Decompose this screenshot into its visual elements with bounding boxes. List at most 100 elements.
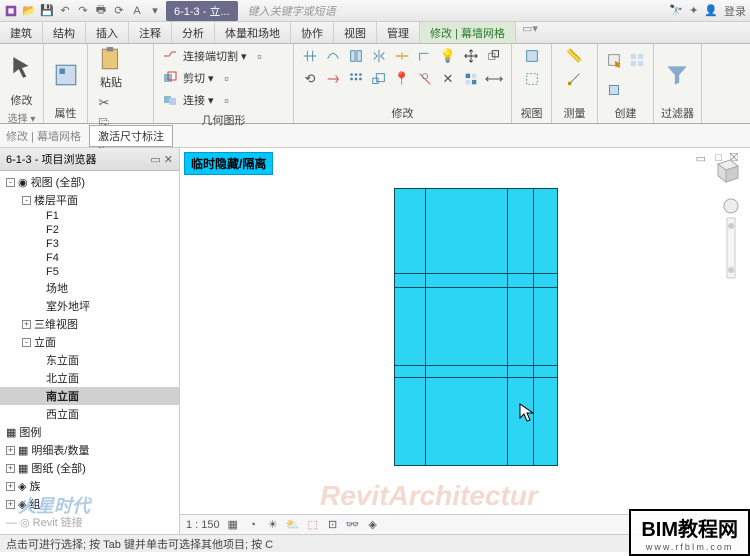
bim-watermark: BIM教程网 www.rfbIm.com	[629, 509, 750, 556]
user-icon[interactable]: 👤	[704, 4, 718, 17]
ribbon-tabs: 建筑 结构 插入 注释 分析 体量和场地 协作 视图 管理 修改 | 幕墙网格 …	[0, 22, 750, 44]
sun-icon[interactable]: ☀	[266, 518, 280, 532]
activate-dims-button[interactable]: 激活尺寸标注	[89, 125, 173, 147]
panel-label-filter: 过滤器	[660, 103, 695, 121]
crumb-text: 修改 | 幕墙网格	[6, 128, 81, 144]
tab-annotate[interactable]: 注释	[129, 22, 172, 43]
select-button[interactable]	[6, 46, 37, 90]
offset-icon[interactable]	[323, 46, 343, 66]
sync-icon[interactable]: ⟳	[112, 4, 126, 18]
create-sim-icon[interactable]	[604, 50, 624, 70]
properties-button[interactable]	[50, 53, 81, 97]
redo-icon[interactable]: ↷	[76, 4, 90, 18]
measure-icon[interactable]: 📏	[565, 46, 585, 66]
copy-move-icon[interactable]	[484, 46, 504, 66]
tree-west[interactable]: 西立面	[0, 405, 179, 423]
cope-icon[interactable]	[160, 46, 180, 66]
mirror-pick-icon[interactable]	[369, 46, 389, 66]
print-icon[interactable]: 🖶	[94, 4, 108, 18]
browser-tree[interactable]: -◉ 视图 (全部) - 楼层平面 F1 F2 F3 F4 F5 场地 室外地坪…	[0, 171, 179, 534]
app-menu-icon[interactable]	[4, 4, 18, 18]
shadow-icon[interactable]: ⛅	[286, 518, 300, 532]
grid-dim-icon[interactable]	[461, 69, 481, 89]
panel-label-geom: 几何图形	[160, 110, 287, 128]
undo-icon[interactable]: ↶	[58, 4, 72, 18]
view-icon[interactable]: ▾	[148, 4, 162, 18]
cope-opt-icon[interactable]: ▫	[250, 46, 270, 66]
tree-north[interactable]: 北立面	[0, 369, 179, 387]
trim-icon[interactable]	[415, 46, 435, 66]
hide-isolate-icon[interactable]: 👓	[346, 518, 360, 532]
cut-opt-icon[interactable]: ▫	[217, 68, 237, 88]
window-min-icon[interactable]: ▭	[696, 152, 706, 165]
create-assy-icon[interactable]	[604, 80, 624, 100]
open-icon[interactable]: 📂	[22, 4, 36, 18]
panel-label-props: 属性	[50, 103, 81, 121]
tab-view[interactable]: 视图	[334, 22, 377, 43]
filter-button[interactable]	[660, 53, 694, 97]
tab-modify[interactable]: 修改 | 幕墙网格	[420, 22, 516, 43]
browser-close-icon[interactable]: ▭ ✕	[150, 153, 173, 166]
viewcube[interactable]	[710, 154, 742, 186]
join-opt-icon[interactable]: ▫	[217, 90, 237, 110]
tree-f1[interactable]: F1	[0, 209, 179, 223]
tab-massing[interactable]: 体量和场地	[215, 22, 291, 43]
binoculars-icon[interactable]: 🔭	[669, 4, 683, 17]
lightbulb-icon[interactable]: 💡	[438, 46, 458, 66]
canvas-watermark: RevitArchitectur	[320, 480, 538, 512]
hide-icon[interactable]	[522, 46, 542, 66]
save-icon[interactable]: 💾	[40, 4, 54, 18]
cut-icon[interactable]: ✂	[94, 93, 114, 113]
browser-title: 6-1-3 - 项目浏览器	[6, 151, 96, 167]
tree-f4[interactable]: F4	[0, 251, 179, 265]
tab-arch[interactable]: 建筑	[0, 22, 43, 43]
delete-icon[interactable]: ✕	[438, 69, 458, 89]
tree-grade[interactable]: 室外地坪	[0, 297, 179, 315]
login-link[interactable]: 登录	[724, 3, 746, 19]
mirror-axis-icon[interactable]	[346, 46, 366, 66]
drawing-canvas[interactable]: 临时隐藏/隔离 ▭ □ ⛝ RevitArchitectur 1 : 150 ▦…	[180, 148, 750, 534]
temp-hide-badge[interactable]: 临时隐藏/隔离	[184, 152, 273, 175]
tab-analyze[interactable]: 分析	[172, 22, 215, 43]
tree-east[interactable]: 东立面	[0, 351, 179, 369]
tab-collapse-icon[interactable]: ▭▾	[522, 22, 538, 43]
unpin-icon[interactable]	[415, 69, 435, 89]
pin-icon[interactable]: 📍	[392, 69, 412, 89]
crop-show-icon[interactable]: ⊡	[326, 518, 340, 532]
create-grp-icon[interactable]	[627, 50, 647, 70]
align-icon[interactable]	[300, 46, 320, 66]
tree-south[interactable]: 南立面	[0, 387, 179, 405]
detail-icon[interactable]: ▦	[226, 518, 240, 532]
linear-dim-icon[interactable]: ⟷	[484, 69, 504, 89]
split-icon[interactable]	[392, 46, 412, 66]
tab-manage[interactable]: 管理	[377, 22, 420, 43]
tree-f3[interactable]: F3	[0, 237, 179, 251]
tree-site[interactable]: 场地	[0, 279, 179, 297]
panel-label-measure: 测量	[558, 103, 591, 121]
join-icon[interactable]	[160, 90, 180, 110]
reveal-icon[interactable]: ◈	[366, 518, 380, 532]
hide2-icon[interactable]	[522, 69, 542, 89]
crop-icon[interactable]: ⬚	[306, 518, 320, 532]
text-icon[interactable]: A	[130, 4, 144, 18]
tab-insert[interactable]: 插入	[86, 22, 129, 43]
help-icon[interactable]: ✦	[689, 4, 698, 17]
cut-geom-icon[interactable]	[160, 68, 180, 88]
measure2-icon[interactable]	[565, 69, 585, 89]
visual-style-icon[interactable]: ◔	[246, 518, 260, 532]
workarea: 6-1-3 - 项目浏览器 ▭ ✕ -◉ 视图 (全部) - 楼层平面 F1 F2…	[0, 148, 750, 534]
scale-value[interactable]: 1 : 150	[186, 519, 220, 531]
tree-f5[interactable]: F5	[0, 265, 179, 279]
search-input[interactable]: 键入关键字或短语	[248, 3, 336, 19]
scale-icon[interactable]	[369, 69, 389, 89]
trim-ext-icon[interactable]	[323, 69, 343, 89]
array-icon[interactable]	[346, 69, 366, 89]
rotate-icon[interactable]: ⟲	[300, 69, 320, 89]
nav-bar[interactable]	[722, 196, 740, 286]
move-icon[interactable]	[461, 46, 481, 66]
tab-collab[interactable]: 协作	[291, 22, 334, 43]
paste-button[interactable]: 粘贴	[94, 46, 128, 90]
tab-struct[interactable]: 结构	[43, 22, 86, 43]
curtain-wall[interactable]	[394, 188, 558, 466]
tree-f2[interactable]: F2	[0, 223, 179, 237]
